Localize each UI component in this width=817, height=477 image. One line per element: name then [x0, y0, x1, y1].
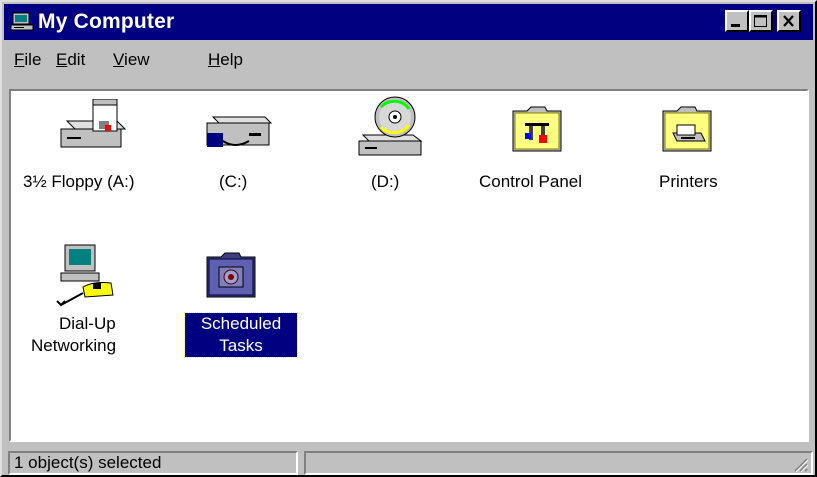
item-label-selected: Scheduled Tasks: [184, 312, 298, 358]
close-button[interactable]: [777, 10, 801, 32]
item-printers[interactable]: Printers: [637, 93, 747, 203]
menu-edit-rest: dit: [67, 50, 86, 69]
control-panel-folder-icon: [512, 106, 562, 152]
item-floppy-a[interactable]: 3½ Floppy (A:): [15, 93, 165, 203]
hard-drive-icon: [206, 116, 273, 147]
icon-view[interactable]: 3½ Floppy (A:) (C:) (D:) Control Panel P…: [9, 89, 809, 442]
item-label: Printers: [659, 172, 718, 191]
menu-help-key: H: [208, 50, 221, 69]
status-pane-secondary: [304, 451, 813, 475]
menu-help-rest: elp: [220, 50, 243, 69]
item-label-line2: Tasks: [219, 336, 263, 355]
floppy-drive-icon: [60, 99, 127, 148]
menu-edit[interactable]: Edit: [56, 50, 85, 70]
item-label: 3½ Floppy (A:): [23, 172, 135, 191]
item-drive-c[interactable]: (C:): [175, 93, 285, 203]
menu-view-key: V: [113, 50, 125, 69]
resize-grip-icon[interactable]: [791, 455, 809, 473]
menu-file-key: F: [14, 50, 25, 69]
window-title: My Computer: [38, 10, 175, 33]
dial-up-networking-icon: [56, 244, 114, 307]
menu-bar: File Edit View Help: [4, 44, 813, 74]
menu-view-rest: iew: [124, 50, 150, 69]
title-bar[interactable]: My Computer: [4, 4, 813, 40]
computer-icon: [10, 12, 34, 31]
status-bar: 1 object(s) selected: [4, 449, 813, 475]
item-label: (D:): [371, 172, 400, 191]
menu-file[interactable]: File: [14, 50, 41, 70]
my-computer-window: My Computer File Edit View Help 3½ Flopp…: [0, 0, 817, 477]
item-label-line1: Scheduled: [200, 314, 282, 333]
minimize-icon: [731, 24, 740, 27]
cd-drive-icon: [358, 96, 423, 156]
item-dial-up-networking[interactable]: Dial-Up Networking: [31, 241, 155, 381]
menu-help[interactable]: Help: [208, 50, 243, 70]
item-label: Control Panel: [479, 172, 583, 191]
printers-folder-icon: [662, 106, 712, 152]
item-scheduled-tasks[interactable]: Scheduled Tasks: [179, 241, 299, 381]
item-label: (C:): [219, 172, 248, 191]
maximize-button[interactable]: [749, 10, 773, 32]
maximize-icon: [754, 15, 767, 27]
close-icon: [783, 15, 794, 27]
status-pane-selection: 1 object(s) selected: [8, 451, 298, 475]
item-drive-d[interactable]: (D:): [325, 93, 445, 203]
item-control-panel[interactable]: Control Panel: [471, 93, 611, 203]
item-label-line1: Dial-Up: [59, 314, 116, 333]
menu-file-rest: ile: [24, 50, 42, 69]
item-label-line2: Networking: [31, 336, 117, 355]
menu-edit-key: E: [56, 50, 68, 69]
menu-view[interactable]: View: [113, 50, 150, 70]
minimize-button[interactable]: [725, 10, 749, 32]
scheduled-tasks-folder-icon: [206, 252, 256, 298]
